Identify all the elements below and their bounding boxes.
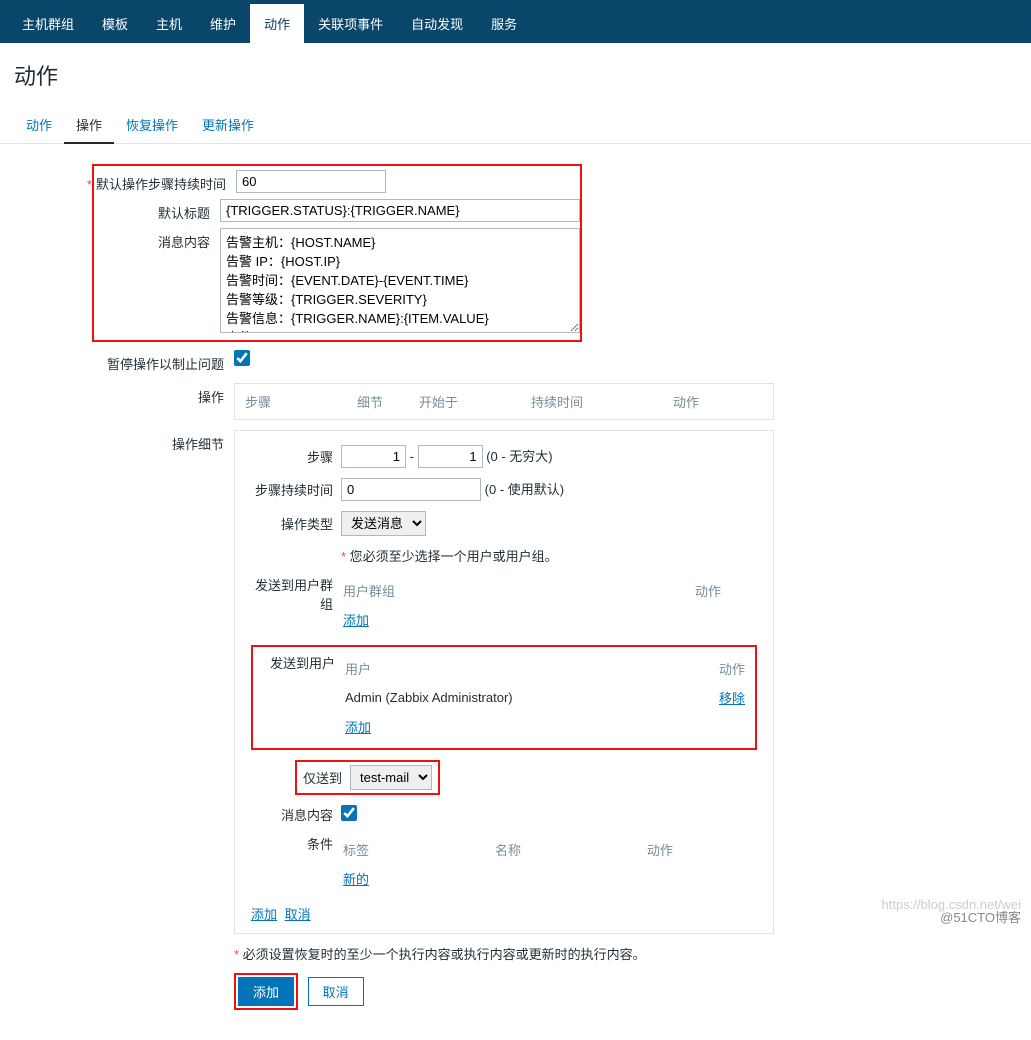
submit-cancel-button[interactable]: 取消 [308,977,364,1006]
step-hint: (0 - 无穷大) [486,449,552,464]
cond-th-action: 动作 [647,836,755,863]
groups-add-link[interactable]: 添加 [343,613,369,628]
default-subject-label: 默认标题 [16,199,220,222]
ops-th-start: 开始于 [411,386,521,417]
op-type-select[interactable]: 发送消息 [341,511,426,536]
operations-table: 步骤 细节 开始于 持续时间 动作 [234,383,774,420]
nav-maintenance[interactable]: 维护 [196,4,250,43]
only-send-label: 仅送到 [303,768,350,787]
ops-th-step: 步骤 [237,386,347,417]
user-name-cell: Admin (Zabbix Administrator) [345,684,683,711]
users-add-link[interactable]: 添加 [345,720,371,735]
step-duration-input[interactable] [341,478,481,501]
ops-th-detail: 细节 [349,386,409,417]
conditions-label: 条件 [251,834,341,853]
submit-add-button[interactable]: 添加 [238,977,294,1006]
tab-action[interactable]: 动作 [14,107,64,143]
users-table: 用户动作 Admin (Zabbix Administrator) 移除 添加 [343,653,747,742]
steps-label: 步骤 [251,447,341,466]
users-th-action: 动作 [685,655,745,682]
default-step-duration-label: 默认操作步骤持续时间 [96,177,226,192]
nav-discovery[interactable]: 自动发现 [397,4,477,43]
nav-templates[interactable]: 模板 [88,4,142,43]
msg-content-label: 消息内容 [251,805,341,824]
details-label: 操作细节 [14,430,234,453]
pause-checkbox[interactable] [234,350,250,366]
tab-operations[interactable]: 操作 [64,107,114,144]
step-from-input[interactable] [341,445,406,468]
cond-new-link[interactable]: 新的 [343,872,369,887]
step-duration-hint: (0 - 使用默认) [485,482,564,497]
step-to-input[interactable] [418,445,483,468]
watermark-right: @51CTO博客 [940,907,1021,926]
tab-recovery[interactable]: 恢复操作 [114,107,190,143]
users-th-name: 用户 [345,655,683,682]
groups-th-action: 动作 [695,577,755,604]
table-row: Admin (Zabbix Administrator) 移除 [345,684,745,711]
detail-add-link[interactable]: 添加 [251,907,277,922]
page-title: 动作 [0,43,1031,107]
nav-hostgroups[interactable]: 主机群组 [8,4,88,43]
send-to-groups-label: 发送到用户群组 [251,575,341,613]
default-step-duration-input[interactable] [236,170,386,193]
only-send-select[interactable]: test-mail [350,765,432,790]
detail-cancel-link[interactable]: 取消 [285,907,311,922]
nav-correlation[interactable]: 关联项事件 [304,4,397,43]
operation-detail-box: 步骤 - (0 - 无穷大) 步骤持续时间 (0 - 使用默认) 操作 [234,430,774,934]
groups-th-name: 用户群组 [343,577,693,604]
op-type-label: 操作类型 [251,514,341,533]
tab-update[interactable]: 更新操作 [190,107,266,143]
ops-th-action: 动作 [665,386,771,417]
nav-hosts[interactable]: 主机 [142,4,196,43]
conditions-table: 标签 名称 动作 新的 [341,834,757,894]
default-subject-input[interactable] [220,199,580,222]
cond-th-label: 标签 [343,836,493,863]
pause-label: 暂停操作以制止问题 [14,350,234,373]
nav-services[interactable]: 服务 [477,4,531,43]
required-user-msg: 您必须至少选择一个用户或用户组。 [350,549,558,564]
user-groups-table: 用户群组动作 添加 [341,575,757,635]
msg-content-checkbox[interactable] [341,805,357,821]
recovery-required-msg: 必须设置恢复时的至少一个执行内容或执行内容或更新时的执行内容。 [243,947,646,962]
form-tabs: 动作 操作 恢复操作 更新操作 [0,107,1031,144]
nav-actions[interactable]: 动作 [250,4,304,43]
send-to-users-label: 发送到用户 [261,653,343,672]
message-label: 消息内容 [16,228,220,251]
step-duration-label: 步骤持续时间 [251,480,341,499]
cond-th-name: 名称 [495,836,645,863]
ops-th-duration: 持续时间 [523,386,663,417]
message-textarea[interactable]: 告警主机：{HOST.NAME} 告警 IP：{HOST.IP} 告警时间：{E… [220,228,580,333]
user-remove-link[interactable]: 移除 [719,691,745,706]
operations-label: 操作 [14,383,234,406]
main-nav: 主机群组 模板 主机 维护 动作 关联项事件 自动发现 服务 [0,4,1031,43]
